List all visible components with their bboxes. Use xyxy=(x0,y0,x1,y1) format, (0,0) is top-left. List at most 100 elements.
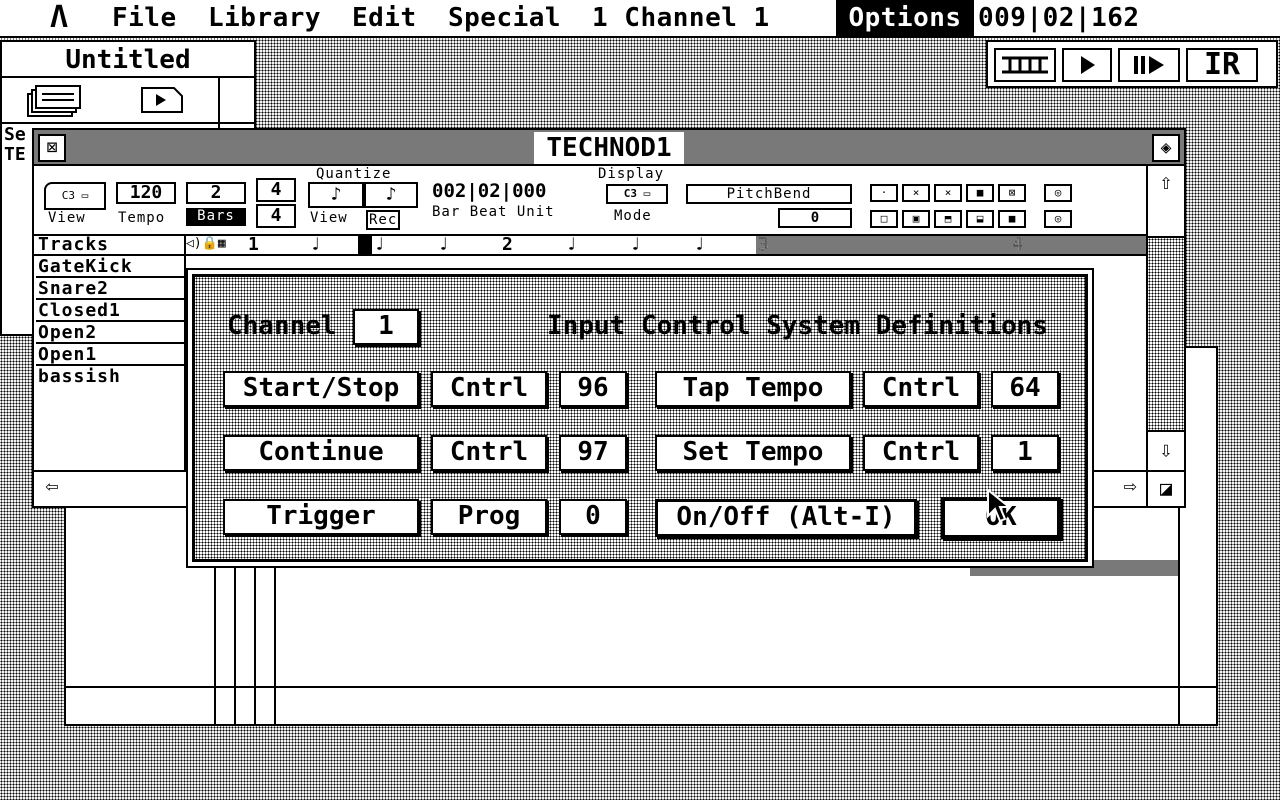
continue-value[interactable]: 97 xyxy=(559,435,627,471)
target-icon[interactable]: ◎ xyxy=(1044,210,1072,228)
start-stop-button[interactable]: Start/Stop xyxy=(223,371,419,407)
continue-button[interactable] xyxy=(1118,48,1180,82)
pitchbend-value[interactable]: 0 xyxy=(778,208,852,228)
quantize-view-label: View xyxy=(310,210,348,226)
beat-tick: ♩ xyxy=(694,234,705,255)
arrow-up-icon: ⇧ xyxy=(1159,170,1173,195)
speaker-icon: ◁) xyxy=(186,236,202,251)
loop-icon xyxy=(1002,56,1048,74)
track-flag-icons[interactable]: ◁)🔒▦ xyxy=(186,236,246,254)
start-stop-value[interactable]: 96 xyxy=(559,371,627,407)
atari-logo[interactable]: Λ xyxy=(50,0,69,36)
square-icon[interactable]: □ xyxy=(870,210,898,228)
ir-button[interactable]: IR xyxy=(1186,48,1258,82)
tap-tempo-button[interactable]: Tap Tempo xyxy=(655,371,851,407)
view-selector[interactable]: C3 ▭ xyxy=(44,182,106,210)
bars-field[interactable]: 2 xyxy=(186,182,246,204)
quantize-rec-button[interactable]: ♪ xyxy=(364,182,418,208)
quantize-rec-label: Rec xyxy=(366,210,401,230)
scroll-left-arrow[interactable]: ⇦ xyxy=(38,474,66,504)
menu-channel[interactable]: 1 Channel 1 xyxy=(592,0,770,36)
beat-tick: ♩ xyxy=(310,234,321,255)
lock-icon: 🔒 xyxy=(201,236,218,251)
pitchbend-field[interactable]: PitchBend xyxy=(686,184,852,204)
vertical-scrollbar[interactable] xyxy=(1148,236,1184,432)
continue-button[interactable]: Continue xyxy=(223,435,419,471)
menu-library[interactable]: Library xyxy=(208,0,321,36)
top-half-icon[interactable]: ⬒ xyxy=(934,210,962,228)
arrow-down-icon: ⇩ xyxy=(1159,438,1173,463)
dialog-panel: Channel 1 Input Control System Definitio… xyxy=(192,274,1088,562)
view-label: View xyxy=(48,210,86,226)
set-tempo-button[interactable]: Set Tempo xyxy=(655,435,851,471)
continue-icon xyxy=(1134,56,1164,74)
resize-handle[interactable]: ◪ xyxy=(1152,476,1180,504)
track-open2[interactable]: Open2 xyxy=(36,322,186,344)
song-position-marker[interactable] xyxy=(358,236,372,254)
target-icon[interactable]: ◎ xyxy=(1044,184,1072,202)
mouse-cursor-icon xyxy=(987,488,1010,523)
menu-special[interactable]: Special xyxy=(448,0,561,36)
trigger-button[interactable]: Trigger xyxy=(223,499,419,535)
timesig-top[interactable]: 4 xyxy=(256,178,296,202)
beat-tick: ♩ xyxy=(630,234,641,255)
beat-tick: ♩ xyxy=(374,234,385,255)
arrow-right-icon: ⇨ xyxy=(1123,474,1137,499)
storage-icon[interactable] xyxy=(26,84,82,120)
play-button[interactable] xyxy=(1062,48,1112,82)
menu-edit[interactable]: Edit xyxy=(352,0,417,36)
arrow-page-icon[interactable] xyxy=(140,86,184,114)
track-open1[interactable]: Open1 xyxy=(36,344,186,366)
cross-icon[interactable]: × xyxy=(934,184,962,202)
menu-bar: Λ File Library Edit Special 1 Channel 1 … xyxy=(0,0,1280,38)
divider xyxy=(2,122,254,124)
position-labels: Bar Beat Unit xyxy=(432,204,555,220)
close-button[interactable]: ⊠ xyxy=(38,134,66,162)
dot-icon[interactable]: · xyxy=(870,184,898,202)
loop-button[interactable] xyxy=(994,48,1056,82)
box-x-icon[interactable]: ⊠ xyxy=(998,184,1026,202)
set-tempo-value[interactable]: 1 xyxy=(991,435,1059,471)
tap-tempo-type[interactable]: Cntrl xyxy=(863,371,979,407)
ruler-bar-2: 2 xyxy=(502,234,513,255)
onoff-button[interactable]: On/Off (Alt-I) xyxy=(655,499,917,537)
menu-file[interactable]: File xyxy=(112,0,177,36)
fullsize-button[interactable]: ◈ xyxy=(1152,134,1180,162)
ruler-bar-3: 3 xyxy=(758,234,769,255)
untitled-row-label: TE xyxy=(4,144,26,165)
bars-label[interactable]: Bars xyxy=(186,208,246,226)
icsd-dialog: Channel 1 Input Control System Definitio… xyxy=(186,268,1094,568)
scroll-down-arrow[interactable]: ⇩ xyxy=(1150,438,1182,470)
scroll-up-arrow[interactable]: ⇧ xyxy=(1150,170,1182,202)
trigger-value[interactable]: 0 xyxy=(559,499,627,535)
track-gatekick[interactable]: GateKick xyxy=(36,256,186,278)
bottom-half-icon[interactable]: ⬓ xyxy=(966,210,994,228)
block-icon[interactable]: ■ xyxy=(998,210,1026,228)
set-tempo-type[interactable]: Cntrl xyxy=(863,435,979,471)
window-title: TECHNOD1 xyxy=(534,132,684,164)
ruler-bar-1: 1 xyxy=(248,234,259,255)
channel-field[interactable]: 1 xyxy=(353,309,419,345)
display-label: Display xyxy=(598,166,665,182)
menu-options[interactable]: Options xyxy=(836,0,974,36)
scroll-right-arrow[interactable]: ⇨ xyxy=(1116,474,1144,504)
track-snare2[interactable]: Snare2 xyxy=(36,278,186,300)
track-bassish[interactable]: bassish xyxy=(36,366,186,388)
note-icon: ♪ xyxy=(385,184,397,205)
tempo-field[interactable]: 120 xyxy=(116,182,176,204)
block-icon[interactable]: ■ xyxy=(966,184,994,202)
untitled-title: Untitled xyxy=(2,42,254,78)
cross-icon[interactable]: × xyxy=(902,184,930,202)
start-stop-type[interactable]: Cntrl xyxy=(431,371,547,407)
quantize-view-button[interactable]: ♪ xyxy=(308,182,364,208)
trigger-type[interactable]: Prog xyxy=(431,499,547,535)
close-icon: ⊠ xyxy=(46,137,58,158)
square-dot-icon[interactable]: ▣ xyxy=(902,210,930,228)
ruler-bar-4: 4 xyxy=(1012,234,1023,255)
continue-type[interactable]: Cntrl xyxy=(431,435,547,471)
track-closed1[interactable]: Closed1 xyxy=(36,300,186,322)
timesig-bottom[interactable]: 4 xyxy=(256,204,296,228)
mode-selector[interactable]: C3 ▭ xyxy=(606,184,668,204)
position-readout[interactable]: 002|02|000 xyxy=(432,180,546,202)
tap-tempo-value[interactable]: 64 xyxy=(991,371,1059,407)
